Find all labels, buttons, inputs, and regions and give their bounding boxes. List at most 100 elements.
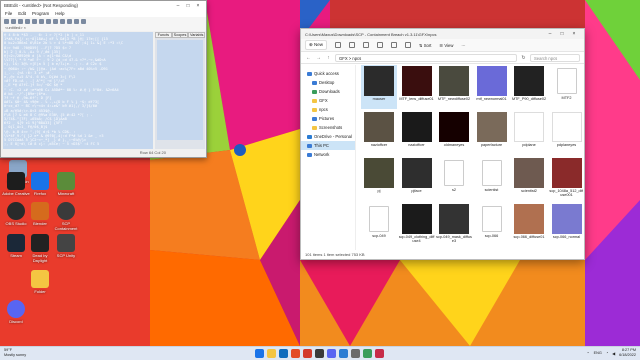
run-icon[interactable] xyxy=(60,18,65,24)
menu-help[interactable]: Help xyxy=(55,11,64,16)
taskbar-app-icon[interactable] xyxy=(339,349,348,358)
up-arrow-icon[interactable]: ↑ xyxy=(325,55,332,61)
breadcrumb[interactable]: GFX > npcs xyxy=(335,53,517,62)
file-item[interactable]: MTF_lens_diffuse01 xyxy=(399,65,435,109)
file-item[interactable]: paperfacture xyxy=(474,111,510,155)
language-indicator[interactable]: ENG xyxy=(594,351,602,355)
nav-item-npcs[interactable]: npcs xyxy=(301,105,355,114)
debug-icon[interactable] xyxy=(67,18,72,24)
file-item[interactable]: mauser xyxy=(361,65,397,109)
taskbar-app-icon[interactable] xyxy=(327,349,336,358)
side-tab-variables[interactable]: Variabls xyxy=(188,32,206,38)
wifi-icon[interactable]: ◔ xyxy=(606,351,608,355)
save-icon[interactable] xyxy=(18,18,23,24)
new-file-icon[interactable] xyxy=(4,18,9,24)
cut-icon[interactable] xyxy=(25,18,30,24)
file-item[interactable]: nazioffcer xyxy=(361,111,397,155)
taskbar-app-icon[interactable] xyxy=(315,349,324,358)
desktop-icon-discord[interactable]: Discord xyxy=(2,300,30,324)
side-tab-functs[interactable]: Functs xyxy=(155,32,172,38)
close-icon[interactable]: × xyxy=(193,3,203,9)
copy-icon[interactable] xyxy=(349,42,356,48)
desktop-icon-folder[interactable]: Folder xyxy=(26,270,54,294)
weather-widget[interactable]: 59°F Mostly sunny xyxy=(4,348,26,358)
open-icon[interactable] xyxy=(11,18,16,24)
nav-item-pictures[interactable]: Pictures xyxy=(301,114,355,123)
file-item[interactable]: scp-049_clothing_diffuse4 xyxy=(399,203,435,247)
more-options-icon[interactable]: ··· xyxy=(461,43,465,48)
file-item[interactable]: scp-066 xyxy=(474,203,510,247)
file-item[interactable]: scientist xyxy=(474,157,510,201)
taskbar-app-icon[interactable] xyxy=(279,349,288,358)
forward-arrow-icon[interactable]: → xyxy=(315,55,322,61)
file-item[interactable]: scp-066_diffuse01 xyxy=(511,203,547,247)
share-icon[interactable] xyxy=(391,42,398,48)
find-icon[interactable] xyxy=(46,18,51,24)
taskbar-app-icon[interactable] xyxy=(255,349,264,358)
file-item[interactable]: pjface xyxy=(399,157,435,201)
clock[interactable]: 8:27 PM 6/18/2022 xyxy=(619,348,636,358)
explorer-title-bar[interactable]: C:\Users\Maxus\Downloads\SCP - Containme… xyxy=(301,29,584,39)
back-arrow-icon[interactable]: ← xyxy=(305,55,312,61)
editor-tab[interactable]: <untitled> × xyxy=(1,25,206,31)
nav-item-gfx[interactable]: GFX xyxy=(301,96,355,105)
taskbar-app-icon[interactable] xyxy=(267,349,276,358)
desktop-icon-firefox[interactable]: Firefox xyxy=(26,172,54,196)
cut-icon[interactable] xyxy=(335,42,342,48)
file-item[interactable]: scp-066_normal xyxy=(549,203,584,247)
minimize-icon[interactable]: – xyxy=(173,3,183,9)
file-item[interactable]: oldmaneyes xyxy=(436,111,472,155)
side-tab-scopes[interactable]: Scopes xyxy=(171,32,189,38)
nav-item-downloads[interactable]: Downloads xyxy=(301,87,355,96)
menu-edit[interactable]: Edit xyxy=(18,11,26,16)
nav-item-quick-access[interactable]: Quick access xyxy=(301,69,355,78)
file-item[interactable]: pdplaneyes xyxy=(549,111,584,155)
nav-item-network[interactable]: Network xyxy=(301,150,355,159)
file-item[interactable]: pdplane xyxy=(511,111,547,155)
taskbar-app-icon[interactable] xyxy=(291,349,300,358)
menu-program[interactable]: Program xyxy=(32,11,49,16)
taskbar-app-icon[interactable] xyxy=(363,349,372,358)
file-item[interactable]: mtf_newnormal01 xyxy=(474,65,510,109)
view-button[interactable]: ☰ View xyxy=(439,43,453,48)
replace-icon[interactable] xyxy=(53,18,58,24)
file-item[interactable]: s2 xyxy=(436,157,472,201)
taskbar-app-icon[interactable] xyxy=(351,349,360,358)
editor-text-area[interactable]: @ 4 8:b *$3 . _ 6: 1 > ?[*2 |b ] c_11 1*#… xyxy=(3,32,153,149)
file-item[interactable]: nazioffcer xyxy=(399,111,435,155)
copy-icon[interactable] xyxy=(32,18,37,24)
maximize-icon[interactable]: □ xyxy=(556,31,568,37)
new-button[interactable]: ⊕ New xyxy=(305,40,328,50)
file-item[interactable]: pj xyxy=(361,157,397,201)
minimize-icon[interactable]: – xyxy=(544,31,556,37)
desktop-icon-minecraft[interactable]: Minecraft xyxy=(52,172,80,196)
file-explorer-window[interactable]: C:\Users\Maxus\Downloads\SCP - Containme… xyxy=(300,28,585,260)
menu-file[interactable]: File xyxy=(5,11,12,16)
taskbar-app-icon[interactable] xyxy=(375,349,384,358)
desktop-icon-blender[interactable]: Blender xyxy=(26,202,54,226)
rename-icon[interactable] xyxy=(377,42,384,48)
file-item[interactable]: scp_1048a_512_diffuse001 xyxy=(549,157,583,201)
taskbar-app-icon[interactable] xyxy=(303,349,312,358)
file-item[interactable]: MTF_newdiffuse02 xyxy=(436,65,472,109)
close-icon[interactable]: × xyxy=(568,31,580,37)
nav-item-screenshots[interactable]: Screenshots xyxy=(301,123,355,132)
desktop-icon-scp-containment[interactable]: SCP Containment xyxy=(52,202,80,231)
paste-icon[interactable] xyxy=(363,42,370,48)
paste-icon[interactable] xyxy=(39,18,44,24)
maximize-icon[interactable]: □ xyxy=(183,3,193,9)
search-input[interactable]: Search npcs xyxy=(530,53,580,62)
chevron-up-icon[interactable]: ⌃ xyxy=(586,351,589,356)
desktop-icon-scp-unity[interactable]: SCP Unity xyxy=(52,234,80,258)
sort-button[interactable]: ⇅ Sort xyxy=(419,43,431,48)
nav-item-onedrive-personal[interactable]: OneDrive - Personal xyxy=(301,132,355,141)
refresh-icon[interactable]: ↻ xyxy=(520,55,527,61)
file-item[interactable]: MTF_P90_diffuse02 xyxy=(511,65,547,109)
file-item[interactable]: scp-049 xyxy=(361,203,397,247)
editor-window[interactable]: BBEdit - <untitled> (Not Responding) – □… xyxy=(0,0,207,158)
help-icon[interactable] xyxy=(81,18,86,24)
desktop-icon-dead-by-daylight[interactable]: Dead by Daylight xyxy=(26,234,54,263)
file-item[interactable]: scp-049_mask_diffuse3 xyxy=(436,203,472,247)
file-item[interactable]: MTF2 xyxy=(549,65,584,109)
side-panel-list[interactable] xyxy=(157,40,203,140)
